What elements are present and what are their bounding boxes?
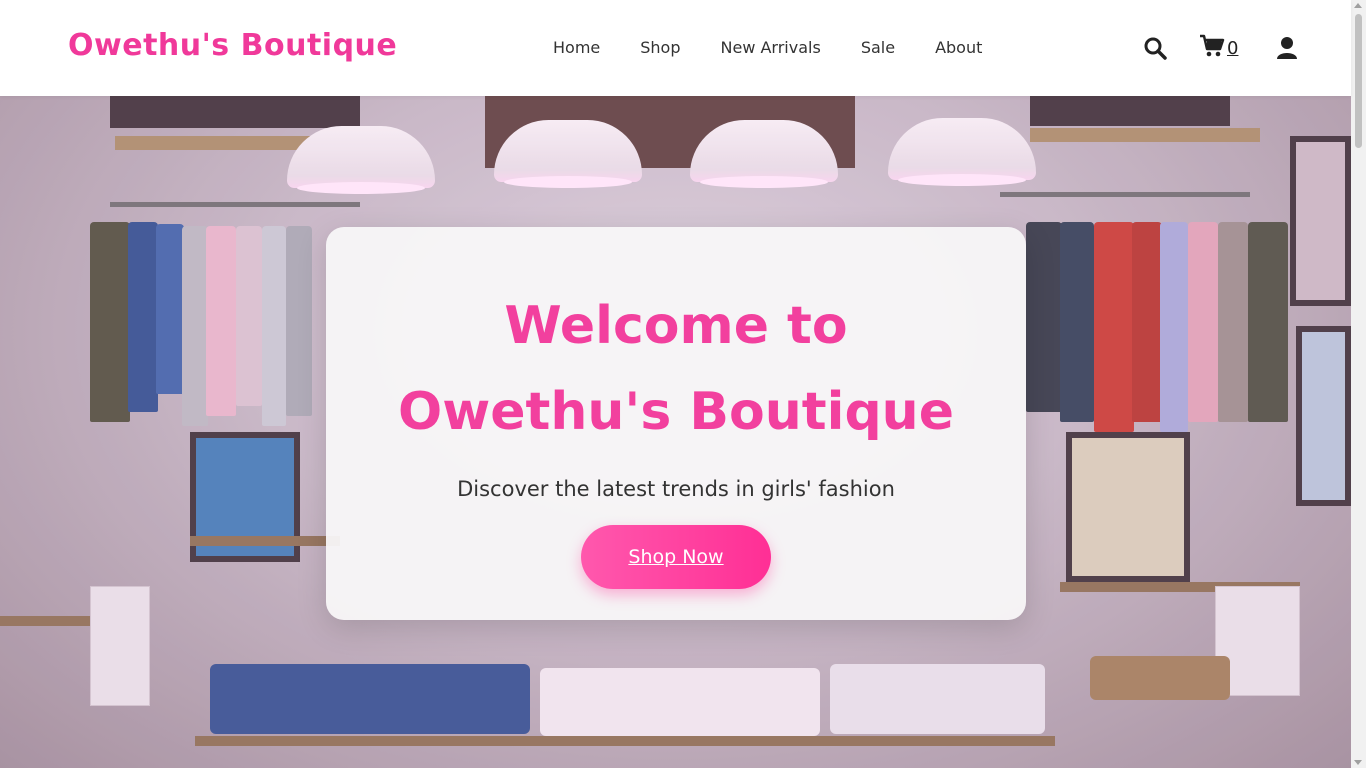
nav-sale[interactable]: Sale <box>861 38 895 57</box>
hero-title: Welcome to Owethu's Boutique <box>326 283 1026 455</box>
main-nav: Home Shop New Arrivals Sale About <box>553 38 1022 57</box>
scroll-down-icon[interactable] <box>1354 760 1362 765</box>
scrollbar-thumb[interactable] <box>1355 14 1362 148</box>
header-icons: 0 <box>1143 34 1298 62</box>
site-header: Owethu's Boutique Home Shop New Arrivals… <box>0 0 1351 96</box>
cart-button[interactable]: 0 <box>1199 34 1238 62</box>
search-icon[interactable] <box>1143 36 1167 60</box>
nav-about[interactable]: About <box>935 38 982 57</box>
shop-now-button[interactable]: Shop Now <box>581 525 771 589</box>
hero-subtitle: Discover the latest trends in girls' fas… <box>457 477 895 501</box>
nav-new-arrivals[interactable]: New Arrivals <box>721 38 821 57</box>
nav-home[interactable]: Home <box>553 38 600 57</box>
hero-section: Welcome to Owethu's Boutique Discover th… <box>0 96 1351 768</box>
site-logo[interactable]: Owethu's Boutique <box>68 28 397 63</box>
user-icon[interactable] <box>1276 36 1298 60</box>
page-scrollbar[interactable] <box>1351 0 1366 768</box>
nav-shop[interactable]: Shop <box>640 38 680 57</box>
hero-card: Welcome to Owethu's Boutique Discover th… <box>326 227 1026 620</box>
cart-count: 0 <box>1227 37 1239 59</box>
hero-title-line-1: Welcome to <box>504 296 848 356</box>
scroll-up-icon[interactable] <box>1354 3 1362 8</box>
hero-title-line-2: Owethu's Boutique <box>398 382 954 442</box>
cart-icon <box>1199 34 1225 62</box>
